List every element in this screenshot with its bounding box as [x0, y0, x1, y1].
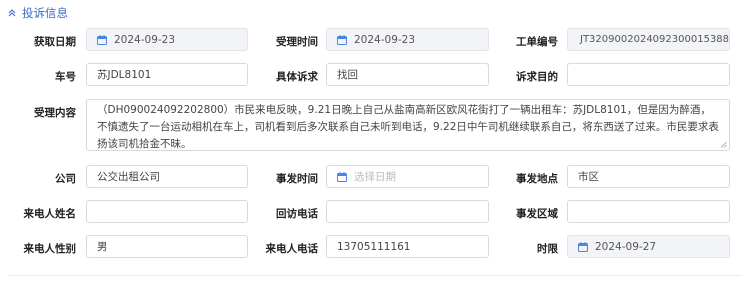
appeal-purpose-label: 诉求目的	[516, 71, 558, 83]
accept-time-value: 2024-09-23	[354, 33, 416, 46]
incident-time-picker[interactable]: 选择日期	[326, 165, 489, 188]
appeal-purpose-input[interactable]	[567, 63, 730, 86]
incident-place-label: 事发地点	[516, 173, 558, 185]
accept-time-label: 受理时间	[276, 36, 318, 48]
specific-appeal-value: 找回	[337, 69, 358, 81]
caller-phone-value: 13705111161	[337, 240, 411, 253]
incident-area-input[interactable]	[567, 200, 730, 223]
deadline-value: 2024-09-27	[595, 240, 657, 253]
incident-place-value: 市区	[578, 171, 599, 183]
calendar-icon	[337, 171, 347, 182]
accept-content-label: 受理内容	[34, 107, 76, 119]
specific-appeal-input[interactable]: 找回	[326, 63, 489, 86]
accept-content-value: （DH090024092202800）市民来电反映，9.21日晚上自己从盐南高新…	[97, 104, 719, 150]
resize-handle-icon[interactable]	[720, 141, 727, 148]
accept-time-field[interactable]: 2024-09-23	[326, 28, 489, 51]
company-input[interactable]: 公交出租公司	[86, 165, 248, 188]
caller-phone-input[interactable]: 13705111161	[326, 235, 489, 258]
section-title: 投诉信息	[22, 6, 68, 20]
caller-name-input[interactable]	[86, 200, 248, 223]
caller-name-label: 来电人姓名	[23, 208, 77, 220]
calendar-icon	[578, 241, 588, 252]
company-value: 公交出租公司	[97, 171, 160, 183]
calendar-icon	[337, 34, 347, 45]
car-no-input[interactable]: 苏JDL8101	[86, 63, 248, 86]
chevron-up-icon[interactable]	[8, 9, 16, 17]
caller-gender-input[interactable]: 男	[86, 235, 248, 258]
caller-phone-label: 来电人电话	[265, 243, 319, 255]
callback-phone-input[interactable]	[326, 200, 489, 223]
acquire-date-value: 2024-09-23	[114, 33, 176, 46]
incident-time-label: 事发时间	[276, 173, 318, 185]
caller-gender-label: 来电人性别	[23, 243, 77, 255]
callback-phone-label: 回访电话	[276, 208, 318, 220]
order-no-value: JT320900202409230001538​8	[580, 34, 730, 45]
order-no-label: 工单编号	[516, 36, 558, 48]
acquire-date-field[interactable]: 2024-09-23	[86, 28, 248, 51]
caller-gender-value: 男	[97, 241, 108, 253]
acquire-date-label: 获取日期	[34, 36, 76, 48]
divider	[8, 275, 742, 276]
car-no-value: 苏JDL8101	[97, 69, 152, 81]
complaint-info-panel: 投诉信息 获取日期 2024-09-23 受理时间 2024-09-23 工单编…	[0, 0, 750, 290]
incident-area-label: 事发区域	[516, 208, 558, 220]
company-label: 公司	[55, 173, 76, 185]
specific-appeal-label: 具体诉求	[276, 71, 318, 83]
accept-content-textarea[interactable]: （DH090024092202800）市民来电反映，9.21日晚上自己从盐南高新…	[86, 99, 730, 151]
calendar-icon	[97, 34, 107, 45]
section-header[interactable]: 投诉信息	[8, 6, 68, 20]
incident-time-placeholder: 选择日期	[354, 171, 396, 183]
car-no-label: 车号	[55, 71, 76, 83]
order-no-field[interactable]: JT320900202409230001538​8	[567, 28, 730, 51]
incident-place-input[interactable]: 市区	[567, 165, 730, 188]
deadline-label: 时限	[537, 243, 558, 255]
deadline-field[interactable]: 2024-09-27	[567, 235, 730, 258]
